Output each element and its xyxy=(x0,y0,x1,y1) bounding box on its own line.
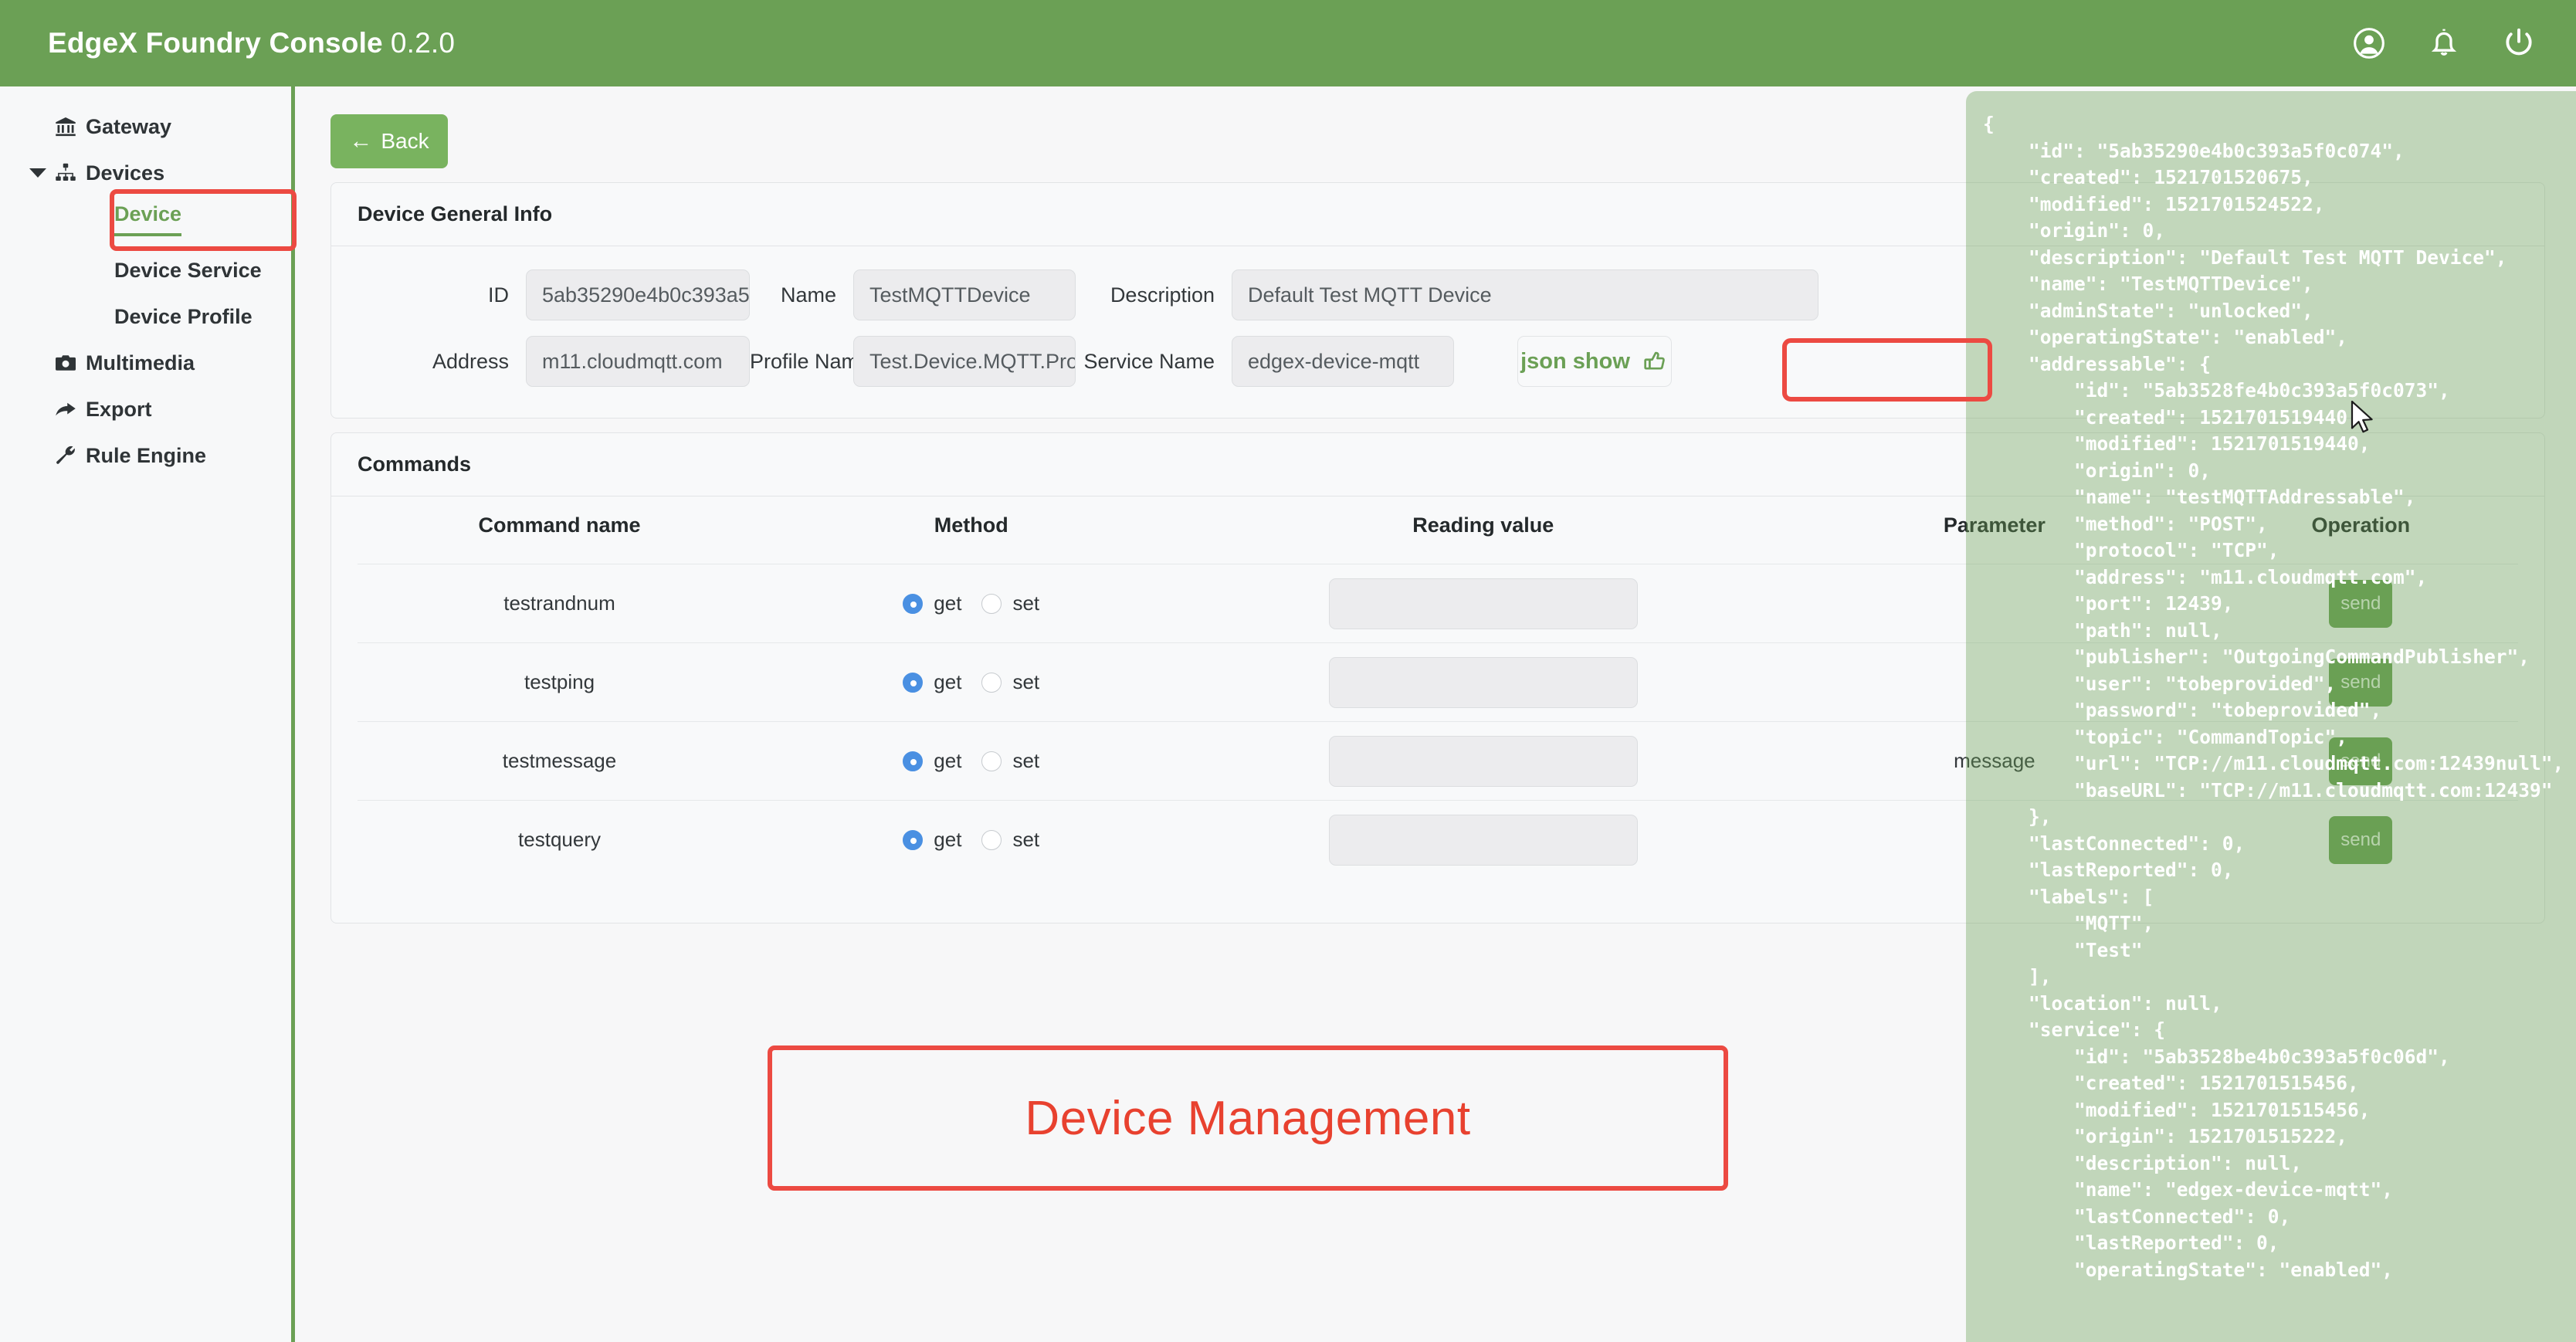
sidebar-item-device-service[interactable]: Device Service xyxy=(0,247,291,293)
power-icon[interactable] xyxy=(2502,26,2536,60)
radio-set[interactable] xyxy=(981,751,1002,771)
app-brand-title: EdgeX Foundry Console0.2.0 xyxy=(48,27,455,59)
reading-value-input[interactable] xyxy=(1329,736,1638,787)
bank-icon xyxy=(54,115,77,138)
cell-reading-value xyxy=(1181,722,1785,801)
sidebar-item-label: Device xyxy=(114,202,181,236)
user-circle-icon[interactable] xyxy=(2352,26,2386,60)
description-field[interactable]: Default Test MQTT Device xyxy=(1232,269,1818,320)
sidebar-item-label: Devices xyxy=(86,161,164,185)
back-button-label: Back xyxy=(381,129,429,154)
cell-command-name: testmessage xyxy=(358,722,761,801)
cell-method: get set xyxy=(761,643,1181,722)
profile-name-field[interactable]: Test.Device.MQTT.Profile xyxy=(853,336,1076,387)
sidebar-item-label: Rule Engine xyxy=(86,444,206,468)
sidebar-item-label: Device Service xyxy=(114,259,262,283)
id-field[interactable]: 5ab35290e4b0c393a5f0c07 xyxy=(526,269,750,320)
sidebar-item-label: Gateway xyxy=(86,115,171,139)
radio-set-label: set xyxy=(1012,828,1039,852)
sidebar-item-label: Device Profile xyxy=(114,305,253,329)
json-show-button[interactable]: json show xyxy=(1517,336,1672,387)
cell-method: get set xyxy=(761,801,1181,879)
sidebar-item-label: Multimedia xyxy=(86,351,195,375)
cell-reading-value xyxy=(1181,564,1785,643)
radio-get-label: get xyxy=(934,591,961,615)
annotation-label-device-management: Device Management xyxy=(1025,1091,1470,1146)
reading-value-input[interactable] xyxy=(1329,657,1638,708)
brand-version: 0.2.0 xyxy=(391,27,455,59)
method-radio-group: get set xyxy=(761,670,1181,694)
reading-value-input[interactable] xyxy=(1329,578,1638,629)
json-content: { "id": "5ab35290e4b0c393a5f0c074", "cre… xyxy=(1983,111,2576,1283)
cell-command-name: testping xyxy=(358,643,761,722)
cell-command-name: testquery xyxy=(358,801,761,879)
radio-set-label: set xyxy=(1012,749,1039,773)
sidebar-item-label: Export xyxy=(86,398,152,422)
profile-name-label: Profile Name xyxy=(750,350,853,374)
sidebar-nav: Gateway Devices Device Device Service xyxy=(0,86,295,1342)
reading-value-input[interactable] xyxy=(1329,815,1638,866)
sidebar-item-device-profile[interactable]: Device Profile xyxy=(0,293,291,340)
json-show-label: json show xyxy=(1520,349,1630,374)
header-icon-group xyxy=(2352,26,2536,60)
name-label: Name xyxy=(750,283,853,307)
method-radio-group: get set xyxy=(761,749,1181,773)
sitemap-icon xyxy=(54,161,77,185)
column-header-method: Method xyxy=(761,496,1181,564)
json-overlay-panel: { "id": "5ab35290e4b0c393a5f0c074", "cre… xyxy=(1966,91,2576,1342)
sidebar-item-devices[interactable]: Devices xyxy=(0,150,291,196)
description-label: Description xyxy=(1076,283,1232,307)
bell-icon[interactable] xyxy=(2427,26,2461,60)
sidebar-item-device[interactable]: Device xyxy=(0,196,181,242)
column-header-command-name: Command name xyxy=(358,496,761,564)
radio-get-label: get xyxy=(934,749,961,773)
radio-set-label: set xyxy=(1012,591,1039,615)
radio-set[interactable] xyxy=(981,830,1002,850)
cell-method: get set xyxy=(761,722,1181,801)
radio-set-label: set xyxy=(1012,670,1039,694)
radio-set[interactable] xyxy=(981,673,1002,693)
radio-get-label: get xyxy=(934,828,961,852)
thumbs-up-icon xyxy=(1642,348,1669,374)
cell-reading-value xyxy=(1181,643,1785,722)
sidebar-subitem-wrap-device: Device xyxy=(0,196,291,247)
sidebar-item-multimedia[interactable]: Multimedia xyxy=(0,340,291,386)
radio-get[interactable] xyxy=(903,594,923,614)
radio-get[interactable] xyxy=(903,751,923,771)
column-header-reading-value: Reading value xyxy=(1181,496,1785,564)
cell-command-name: testrandnum xyxy=(358,564,761,643)
annotation-box-device-management: Device Management xyxy=(768,1045,1728,1191)
radio-get[interactable] xyxy=(903,673,923,693)
address-field[interactable]: m11.cloudmqtt.com xyxy=(526,336,750,387)
name-field[interactable]: TestMQTTDevice xyxy=(853,269,1076,320)
wrench-icon xyxy=(54,444,77,467)
method-radio-group: get set xyxy=(761,591,1181,615)
chevron-down-icon xyxy=(29,168,46,178)
left-arrow-icon: ← xyxy=(349,130,372,153)
radio-get[interactable] xyxy=(903,830,923,850)
app-root: EdgeX Foundry Console0.2.0 xyxy=(0,0,2576,1342)
camera-icon xyxy=(54,351,77,374)
sidebar-item-gateway[interactable]: Gateway xyxy=(0,103,291,150)
method-radio-group: get set xyxy=(761,828,1181,852)
cell-reading-value xyxy=(1181,801,1785,879)
cell-method: get set xyxy=(761,564,1181,643)
sidebar-item-rule-engine[interactable]: Rule Engine xyxy=(0,432,291,479)
address-label: Address xyxy=(358,350,526,374)
sidebar-item-export[interactable]: Export xyxy=(0,386,291,432)
radio-get-label: get xyxy=(934,670,961,694)
service-name-field[interactable]: edgex-device-mqtt xyxy=(1232,336,1454,387)
radio-set[interactable] xyxy=(981,594,1002,614)
id-label: ID xyxy=(358,283,526,307)
brand-name: EdgeX Foundry Console xyxy=(48,27,383,59)
service-name-label: Service Name xyxy=(1076,350,1232,374)
share-arrow-icon xyxy=(54,398,77,421)
top-header-bar: EdgeX Foundry Console0.2.0 xyxy=(0,0,2576,86)
back-button[interactable]: ← Back xyxy=(330,114,448,168)
